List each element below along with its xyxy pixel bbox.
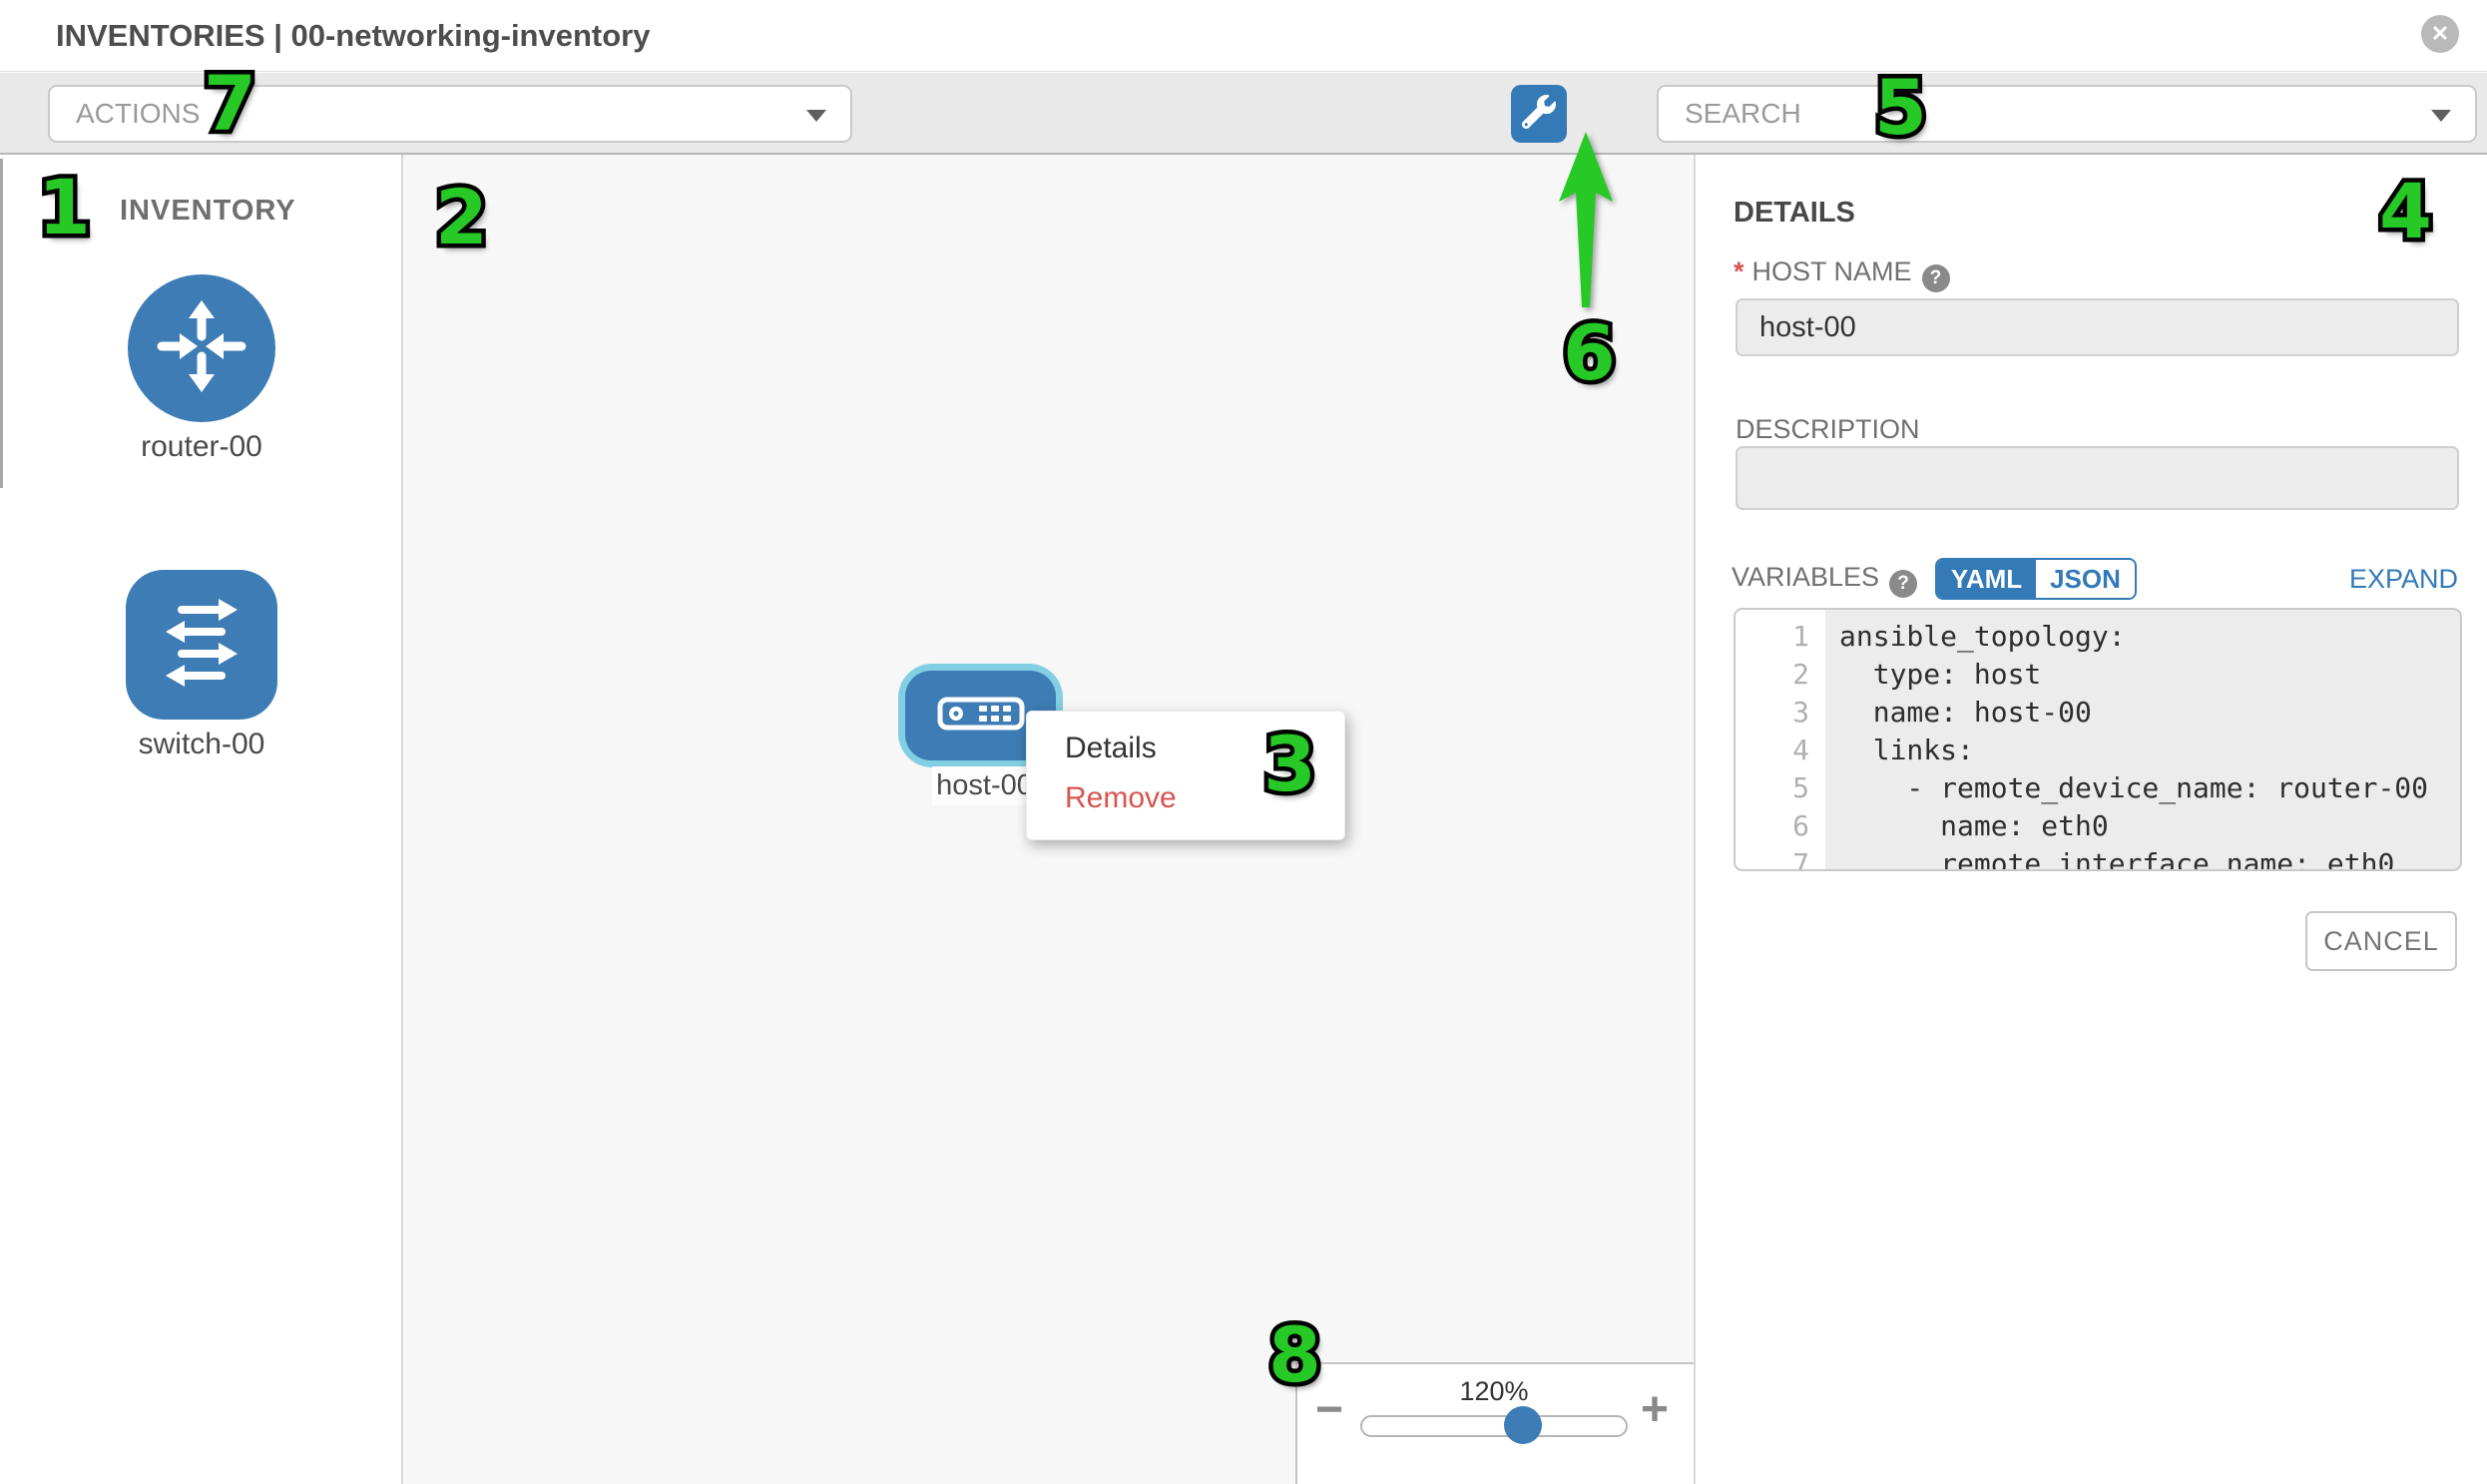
details-panel-title: DETAILS bbox=[1734, 197, 1855, 230]
code-line: 3 name: host-00 bbox=[1736, 694, 2460, 732]
line-number: 7 bbox=[1736, 845, 1825, 871]
search-dropdown-label: SEARCH bbox=[1685, 98, 1801, 129]
chevron-down-icon bbox=[2431, 110, 2451, 122]
variables-label: VARIABLES bbox=[1732, 562, 1879, 592]
toolbar: ACTIONS SEARCH bbox=[0, 73, 2487, 155]
code-line: 1ansible_topology: bbox=[1736, 618, 2460, 656]
line-number: 6 bbox=[1736, 807, 1825, 845]
zoom-slider-track[interactable] bbox=[1360, 1415, 1628, 1437]
palette-item-switch-label: switch-00 bbox=[0, 728, 403, 761]
tab-json[interactable]: JSON bbox=[2036, 560, 2135, 598]
code-line: 5 - remote_device_name: router-00 bbox=[1736, 769, 2460, 807]
node-context-menu: Details Remove bbox=[1026, 711, 1345, 840]
line-number: 5 bbox=[1736, 769, 1825, 807]
line-text: - remote_device_name: router-00 bbox=[1825, 769, 2428, 807]
line-number: 3 bbox=[1736, 694, 1825, 732]
topology-canvas[interactable]: host-00 Details Remove 120% − + bbox=[403, 155, 1694, 1484]
zoom-slider-handle[interactable] bbox=[1504, 1406, 1542, 1444]
line-number: 4 bbox=[1736, 732, 1825, 769]
zoom-in-button[interactable]: + bbox=[1641, 1386, 1669, 1434]
code-line: 6 name: eth0 bbox=[1736, 807, 2460, 845]
tab-yaml[interactable]: YAML bbox=[1937, 560, 2036, 598]
page-header: INVENTORIES | 00-networking-inventory ✕ bbox=[0, 0, 2487, 72]
inventory-palette-sidebar: INVENTORY router-00 switch-00 bbox=[0, 155, 403, 1484]
variables-format-toggle: YAML JSON bbox=[1935, 558, 2137, 600]
switch-icon bbox=[152, 593, 251, 698]
actions-dropdown[interactable]: ACTIONS bbox=[48, 85, 852, 143]
help-icon[interactable]: ? bbox=[1922, 264, 1950, 292]
zoom-out-button[interactable]: − bbox=[1315, 1386, 1343, 1434]
line-text: name: eth0 bbox=[1825, 807, 2109, 845]
actions-dropdown-label: ACTIONS bbox=[76, 98, 200, 129]
line-text: type: host bbox=[1825, 656, 2041, 694]
code-line: 2 type: host bbox=[1736, 656, 2460, 694]
zoom-level-label: 120% bbox=[1360, 1376, 1628, 1407]
palette-item-router-label: router-00 bbox=[0, 430, 403, 464]
configure-tools-button[interactable] bbox=[1511, 85, 1567, 143]
palette-title: INVENTORY bbox=[120, 195, 296, 228]
host-name-label: HOST NAME bbox=[1752, 256, 1912, 286]
wrench-icon bbox=[1522, 95, 1556, 134]
host-name-input[interactable] bbox=[1736, 298, 2459, 356]
host-node-label: host-00 bbox=[932, 766, 1037, 805]
variables-label-wrap: VARIABLES? bbox=[1732, 562, 1917, 598]
router-icon bbox=[154, 298, 249, 399]
help-icon[interactable]: ? bbox=[1889, 570, 1917, 598]
line-text: ansible_topology: bbox=[1825, 618, 2126, 656]
context-menu-item-details[interactable]: Details bbox=[1027, 724, 1344, 773]
line-number: 1 bbox=[1736, 618, 1825, 656]
code-line: 4 links: bbox=[1736, 732, 2460, 769]
close-icon[interactable]: ✕ bbox=[2421, 15, 2459, 53]
description-label: DESCRIPTION bbox=[1736, 414, 1920, 445]
breadcrumb-title: INVENTORIES | 00-networking-inventory bbox=[56, 0, 650, 72]
line-text: name: host-00 bbox=[1825, 694, 2092, 732]
line-text: links: bbox=[1825, 732, 1974, 769]
expand-link[interactable]: EXPAND bbox=[2349, 564, 2458, 595]
context-menu-item-remove[interactable]: Remove bbox=[1027, 773, 1344, 823]
line-text: remote_interface_name: eth0 bbox=[1825, 845, 2394, 871]
palette-item-router[interactable] bbox=[128, 274, 275, 422]
cancel-button[interactable]: CANCEL bbox=[2305, 911, 2457, 971]
variables-code-editor[interactable]: 1ansible_topology: 2 type: host 3 name: … bbox=[1734, 608, 2462, 871]
line-number: 2 bbox=[1736, 656, 1825, 694]
zoom-control: 120% − + bbox=[1295, 1362, 1694, 1484]
variables-header-row: VARIABLES? YAML JSON EXPAND bbox=[1732, 558, 2460, 602]
code-line: 7 remote_interface_name: eth0 bbox=[1736, 845, 2460, 871]
host-icon bbox=[937, 697, 1025, 736]
host-name-label-row: * HOST NAME? bbox=[1734, 256, 1950, 292]
search-dropdown[interactable]: SEARCH bbox=[1657, 85, 2477, 143]
chevron-down-icon bbox=[806, 110, 826, 122]
palette-item-switch[interactable] bbox=[126, 570, 277, 720]
description-input[interactable] bbox=[1736, 446, 2459, 510]
details-panel: DETAILS * HOST NAME? DESCRIPTION VARIABLE… bbox=[1694, 155, 2487, 1484]
required-asterisk: * bbox=[1734, 256, 1744, 286]
